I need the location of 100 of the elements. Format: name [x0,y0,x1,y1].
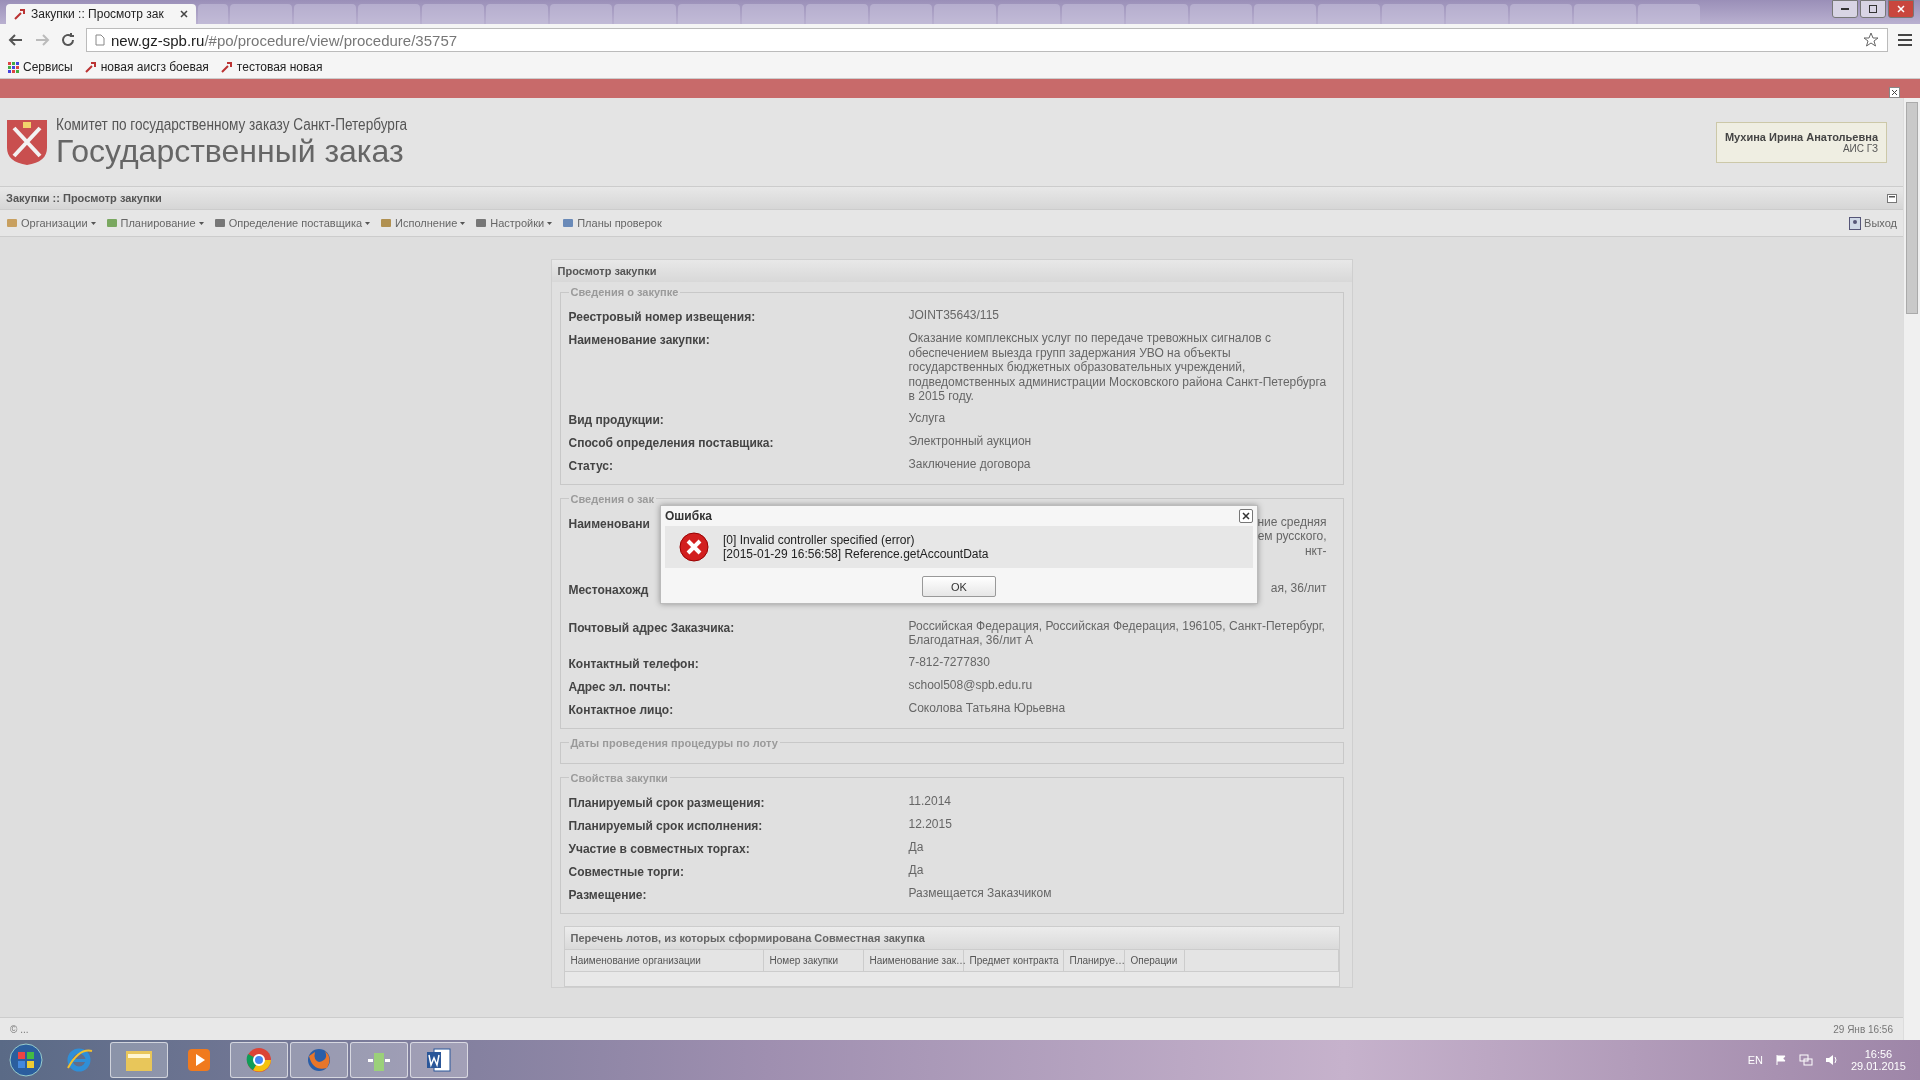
error-icon [679,532,709,562]
menu-item[interactable]: Исполнение [380,217,466,229]
field-value: 7-812-7277830 [908,654,991,671]
close-button[interactable] [1239,509,1253,523]
browser-tab[interactable] [1190,4,1252,24]
column-header[interactable]: Планируе… [1063,949,1125,971]
maximize-button[interactable] [1860,0,1886,18]
field-label: Совместные торги: [568,863,684,879]
taskbar-app[interactable] [410,1042,468,1078]
network-icon[interactable] [1798,1054,1813,1066]
panel-title: Просмотр закупки [551,260,1352,282]
browser-tab[interactable] [1638,4,1700,24]
field-label: Планируемый срок размещения: [568,794,765,810]
browser-tab[interactable] [294,4,356,24]
close-icon [1897,5,1905,13]
field-value: 11.2014 [908,793,952,810]
back-icon[interactable] [8,32,24,48]
minimize-icon [1841,8,1849,10]
browser-tab[interactable] [742,4,804,24]
close-icon[interactable] [180,10,188,18]
browser-tab[interactable] [358,4,420,24]
column-header[interactable]: Номер закупки [763,949,864,971]
close-icon[interactable] [1889,87,1900,98]
menu-item[interactable]: Организации [6,217,96,229]
word-icon [426,1047,452,1073]
wrench-icon [14,8,26,20]
column-header[interactable]: Предмет контракта [963,949,1064,971]
error-message: [0] Invalid controller specified (error) [723,533,916,547]
browser-tab[interactable] [934,4,996,24]
browser-tab[interactable] [1254,4,1316,24]
browser-tab[interactable] [1574,4,1636,24]
exit-icon [1849,216,1862,230]
menu-icon [6,217,18,229]
flag-icon[interactable] [1774,1054,1787,1066]
field-label: Вид продукции: [568,411,664,427]
browser-tab[interactable] [1382,4,1444,24]
logout-button[interactable]: Выход [1849,216,1897,230]
menu-item[interactable]: Определение поставщика [213,217,371,229]
browser-tab[interactable] [870,4,932,24]
dialog-title: Ошибка [665,509,712,523]
field-value: JOINT35643/115 [908,308,1000,324]
browser-tab[interactable] [1126,4,1188,24]
column-header[interactable]: Наименование организации [564,949,764,971]
collapse-icon[interactable] [1887,193,1897,203]
user-role: АИС ГЗ [1842,142,1878,154]
caret-icon [547,221,553,225]
menu-item[interactable]: Настройки [475,217,553,229]
section-title: Даты проведения процедуры по лоту [569,736,779,749]
browser-tab[interactable] [486,4,548,24]
field-label: Планируемый срок исполнения: [568,817,763,833]
taskbar-app[interactable] [290,1042,348,1078]
browser-tab[interactable] [678,4,740,24]
browser-tab[interactable] [422,4,484,24]
address-bar[interactable]: new.gz-spb.ru/#po/procedure/view/procedure/35757 [86,28,1888,52]
site-title: Государственный заказ [56,134,405,168]
browser-tab[interactable] [614,4,676,24]
organization-name: Комитет по государственному заказу Санкт-Петербурга [56,116,409,134]
star-icon[interactable] [1863,32,1879,48]
column-header[interactable]: Операции [1124,949,1185,971]
section-title: Сведения о зак [569,492,655,505]
field-value: ем русского, [1257,529,1327,544]
status-time: 29 Янв 16:56 [1833,1023,1893,1035]
menu-item[interactable]: Планы проверок [562,217,662,229]
caret-icon [460,221,466,225]
bookmark-link[interactable]: Сервисы [8,60,73,74]
bookmark-link[interactable]: тестовая новая [220,60,323,74]
field-label: Контактный телефон: [568,655,699,671]
browser-tab[interactable] [1062,4,1124,24]
caret-icon [365,221,371,225]
firefox-icon [305,1046,333,1074]
browser-tab[interactable] [1318,4,1380,24]
browser-tab[interactable] [230,4,292,24]
bookmark-link[interactable]: новая аисгз боевая [84,60,209,74]
menu-item[interactable]: Планирование [105,217,204,229]
browser-tab[interactable] [1446,4,1508,24]
url-text: new.gz-spb.ru/#po/procedure/view/procedure/35757 [111,31,458,49]
chrome-icon [245,1046,273,1074]
ok-button[interactable]: OK [922,576,996,597]
field-label: Наименование закупки: [568,332,710,349]
browser-tab[interactable] [1510,4,1572,24]
menu-icon[interactable] [1898,34,1912,46]
browser-tab[interactable]: Закупки :: Просмотр зак [6,4,196,24]
reload-icon[interactable] [60,32,76,48]
status-text: © ... [10,1023,29,1035]
user-name: Мухина Ирина Анатольевна [1724,130,1878,143]
field-label: Контактное лицо: [568,701,674,717]
browser-tab[interactable] [806,4,868,24]
browser-tab[interactable] [998,4,1060,24]
field-value: Российская Федерация, Российская Федерация, 196105, Санкт-Петербург, Благодатная, 36/лит А [908,618,1326,648]
section-title: Свойства закупки [569,771,669,784]
forward-icon[interactable] [34,32,50,48]
browser-tab[interactable] [550,4,612,24]
speaker-icon[interactable] [1824,1054,1839,1066]
wrench-icon [84,61,97,73]
field-value: 12.2015 [908,816,953,833]
taskbar-app[interactable] [230,1042,288,1078]
minimize-button[interactable] [1832,0,1858,18]
field-label: Способ определения поставщика: [568,434,774,450]
browser-tab[interactable] [198,4,228,24]
column-header[interactable]: Наименование зак… [863,949,964,971]
